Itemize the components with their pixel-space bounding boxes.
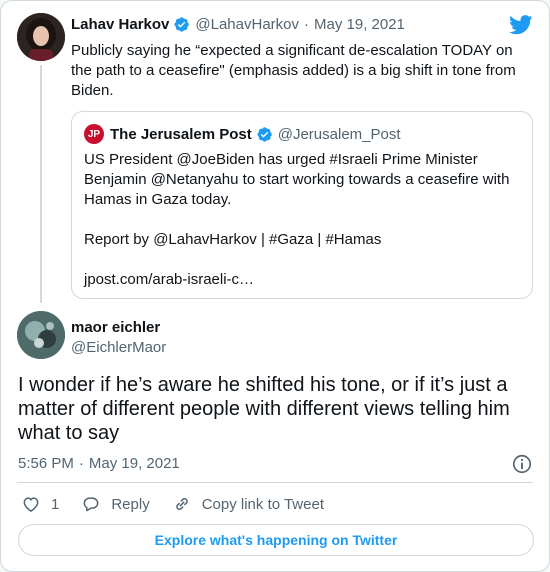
like-button[interactable]: 1 — [21, 494, 59, 514]
reply-label: Reply — [111, 495, 150, 513]
heart-icon — [23, 497, 39, 512]
like-count: 1 — [51, 495, 60, 513]
quoted-tweet-spacer — [84, 250, 524, 270]
quoted-tweet-credit: Report by @LahavHarkov | #Gaza | #Hamas — [84, 231, 382, 248]
parent-author-handle[interactable]: @LahavHarkov — [195, 16, 299, 33]
verified-badge-icon — [257, 126, 272, 142]
main-author-avatar[interactable] — [17, 311, 65, 359]
actions-divider — [17, 482, 533, 483]
main-avatar-image — [17, 311, 65, 359]
quoted-tweet-body: US President @JoeBiden has urged #Israel… — [84, 151, 510, 208]
quoted-tweet-spacer — [84, 210, 524, 230]
quoted-author-handle: @Jerusalem_Post — [277, 125, 401, 143]
twitter-bird-icon[interactable] — [509, 15, 533, 35]
reply-button[interactable]: Reply — [81, 494, 150, 514]
thread-connector-line — [40, 65, 42, 303]
info-icon[interactable] — [511, 453, 533, 475]
parent-tweet-date[interactable]: May 19, 2021 — [314, 16, 405, 33]
quoted-tweet-text: US President @JoeBiden has urged #Israel… — [84, 150, 524, 290]
link-icon — [175, 498, 188, 510]
header-separator: · — [304, 16, 309, 33]
quoted-tweet-header: JP The Jerusalem Post @Jerusalem_Post — [84, 124, 401, 144]
tweet-date[interactable]: May 19, 2021 — [89, 455, 180, 472]
jerusalem-post-logo: JP — [84, 124, 104, 144]
timestamp-separator: · — [78, 455, 84, 472]
verified-badge-icon — [174, 17, 190, 32]
quoted-tweet-link: jpost.com/arab-israeli-c… — [84, 271, 255, 288]
parent-author-avatar[interactable] — [17, 13, 65, 61]
tweet-time[interactable]: 5:56 PM — [18, 455, 74, 472]
tweet-actions: 1 Reply Copy link to Tweet — [21, 494, 346, 514]
embedded-tweet-card: Lahav Harkov @LahavHarkov · May 19, 2021… — [0, 0, 550, 572]
copy-link-button[interactable]: Copy link to Tweet — [172, 494, 324, 514]
quoted-author-name: The Jerusalem Post — [110, 125, 252, 143]
parent-tweet-header: Lahav Harkov @LahavHarkov · May 19, 2021 — [71, 16, 405, 33]
copy-link-label: Copy link to Tweet — [201, 495, 324, 513]
parent-tweet-text: Publicly saying he “expected a significa… — [71, 42, 516, 99]
main-tweet-text: I wonder if he’s aware he shifted his to… — [18, 374, 510, 444]
explore-twitter-button[interactable]: Explore what's happening on Twitter — [18, 524, 534, 556]
main-author-name[interactable]: maor eichler — [71, 319, 160, 336]
parent-avatar-image — [17, 13, 65, 61]
quoted-tweet[interactable]: JP The Jerusalem Post @Jerusalem_Post US… — [71, 111, 533, 299]
reply-bubble-icon — [83, 497, 99, 512]
main-author-handle[interactable]: @EichlerMaor — [71, 339, 166, 356]
tweet-timestamp[interactable]: 5:56 PM · May 19, 2021 — [18, 455, 180, 472]
parent-author-name[interactable]: Lahav Harkov — [71, 16, 169, 33]
